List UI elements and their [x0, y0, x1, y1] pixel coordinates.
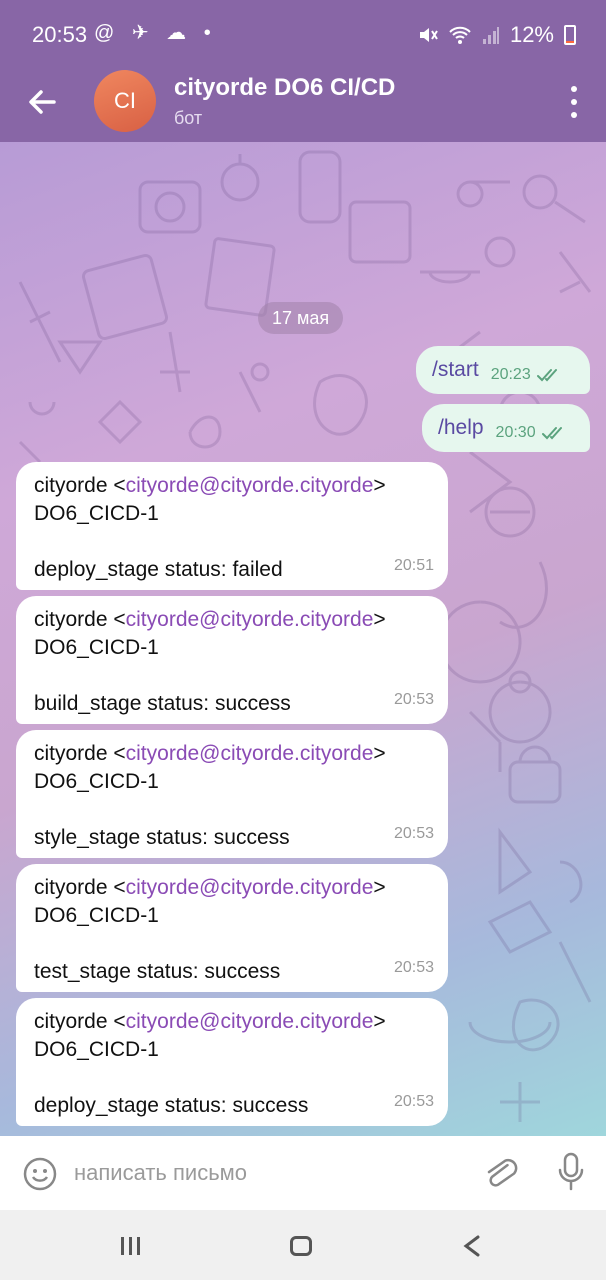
project-name: DO6_CICD-1 — [34, 1038, 159, 1061]
message-input[interactable]: написать письмо — [74, 1160, 247, 1186]
read-ticks-icon — [536, 369, 557, 382]
stage-status: build_stage status: success — [34, 692, 291, 715]
message-time: 20:30 — [495, 424, 536, 441]
avatar[interactable]: CI — [94, 70, 156, 132]
chat-title[interactable]: cityorde DO6 CI/CD — [174, 74, 395, 102]
message-time: 20:53 — [393, 825, 434, 842]
project-name: DO6_CICD-1 — [34, 904, 159, 927]
notification-icons: @ ✈ ☁ • — [94, 22, 217, 44]
stage-status: deploy_stage status: success — [34, 1094, 309, 1117]
mute-icon — [419, 28, 438, 42]
battery-icon — [564, 25, 576, 45]
message-text: /start — [432, 358, 479, 381]
stage-status: test_stage status: success — [34, 960, 281, 983]
message-sender-line: cityorde <cityorde@cityorde.cityorde> — [34, 876, 386, 899]
incoming-message[interactable]: cityorde <cityorde@cityorde.cityorde> DO… — [16, 596, 448, 724]
message-time: 20:53 — [393, 959, 434, 976]
message-sender-line: cityorde <cityorde@cityorde.cityorde> — [34, 608, 386, 631]
attach-icon[interactable] — [482, 1154, 518, 1192]
outgoing-message[interactable]: /help 20:30 — [422, 404, 590, 452]
incoming-message[interactable]: cityorde <cityorde@cityorde.cityorde> DO… — [16, 730, 448, 858]
message-meta: 20:30 — [496, 424, 568, 442]
message-sender-line: cityorde <cityorde@cityorde.cityorde> — [34, 474, 386, 497]
project-name: DO6_CICD-1 — [34, 770, 159, 793]
more-menu-icon[interactable] — [566, 86, 582, 118]
stage-status: style_stage status: success — [34, 826, 290, 849]
status-right: 12% — [418, 22, 576, 48]
message-sender-line: cityorde <cityorde@cityorde.cityorde> — [34, 1010, 386, 1033]
email-link[interactable]: cityorde@cityorde.cityorde — [126, 608, 374, 631]
incoming-message[interactable]: cityorde <cityorde@cityorde.cityorde> DO… — [16, 864, 448, 992]
message-meta: 20:23 — [491, 366, 563, 384]
stage-status: deploy_stage status: failed — [34, 558, 283, 581]
emoji-icon[interactable] — [22, 1156, 58, 1192]
message-time: 20:51 — [393, 557, 434, 574]
system-nav-bar — [0, 1210, 606, 1280]
incoming-message[interactable]: cityorde <cityorde@cityorde.cityorde> DO… — [16, 998, 448, 1126]
message-sender-line: cityorde <cityorde@cityorde.cityorde> — [34, 742, 386, 765]
signal-icon — [482, 27, 499, 44]
incoming-message[interactable]: cityorde <cityorde@cityorde.cityorde> DO… — [16, 462, 448, 590]
microphone-icon[interactable] — [556, 1152, 586, 1192]
read-ticks-icon — [541, 427, 562, 440]
email-link[interactable]: cityorde@cityorde.cityorde — [126, 1010, 374, 1033]
message-time: 20:53 — [393, 1093, 434, 1110]
email-link[interactable]: cityorde@cityorde.cityorde — [126, 876, 374, 899]
home-icon[interactable] — [290, 1236, 312, 1256]
battery-percent: 12% — [509, 22, 554, 47]
email-link[interactable]: cityorde@cityorde.cityorde — [126, 742, 374, 765]
nav-back-icon[interactable] — [460, 1234, 482, 1258]
project-name: DO6_CICD-1 — [34, 502, 159, 525]
message-time: 20:53 — [393, 691, 434, 708]
outgoing-message[interactable]: /start 20:23 — [416, 346, 590, 394]
message-time: 20:23 — [490, 366, 531, 383]
status-time: 20:53 — [32, 22, 88, 47]
status-bar: 20:53 @ ✈ ☁ • 12% — [0, 0, 606, 70]
project-name: DO6_CICD-1 — [34, 636, 159, 659]
composer-bar: написать письмо — [0, 1136, 606, 1210]
chat-header: CI cityorde DO6 CI/CD бот — [0, 70, 606, 142]
recents-icon[interactable] — [120, 1236, 142, 1256]
email-link[interactable]: cityorde@cityorde.cityorde — [126, 474, 374, 497]
date-separator: 17 мая — [258, 302, 344, 334]
chat-subtitle: бот — [174, 108, 203, 128]
wifi-icon — [449, 26, 471, 44]
message-text: /help — [438, 416, 484, 439]
back-arrow-icon[interactable] — [24, 84, 60, 120]
message-list[interactable]: 17 мая /start 20:23 /help 20:30 cityorde… — [0, 142, 606, 1136]
